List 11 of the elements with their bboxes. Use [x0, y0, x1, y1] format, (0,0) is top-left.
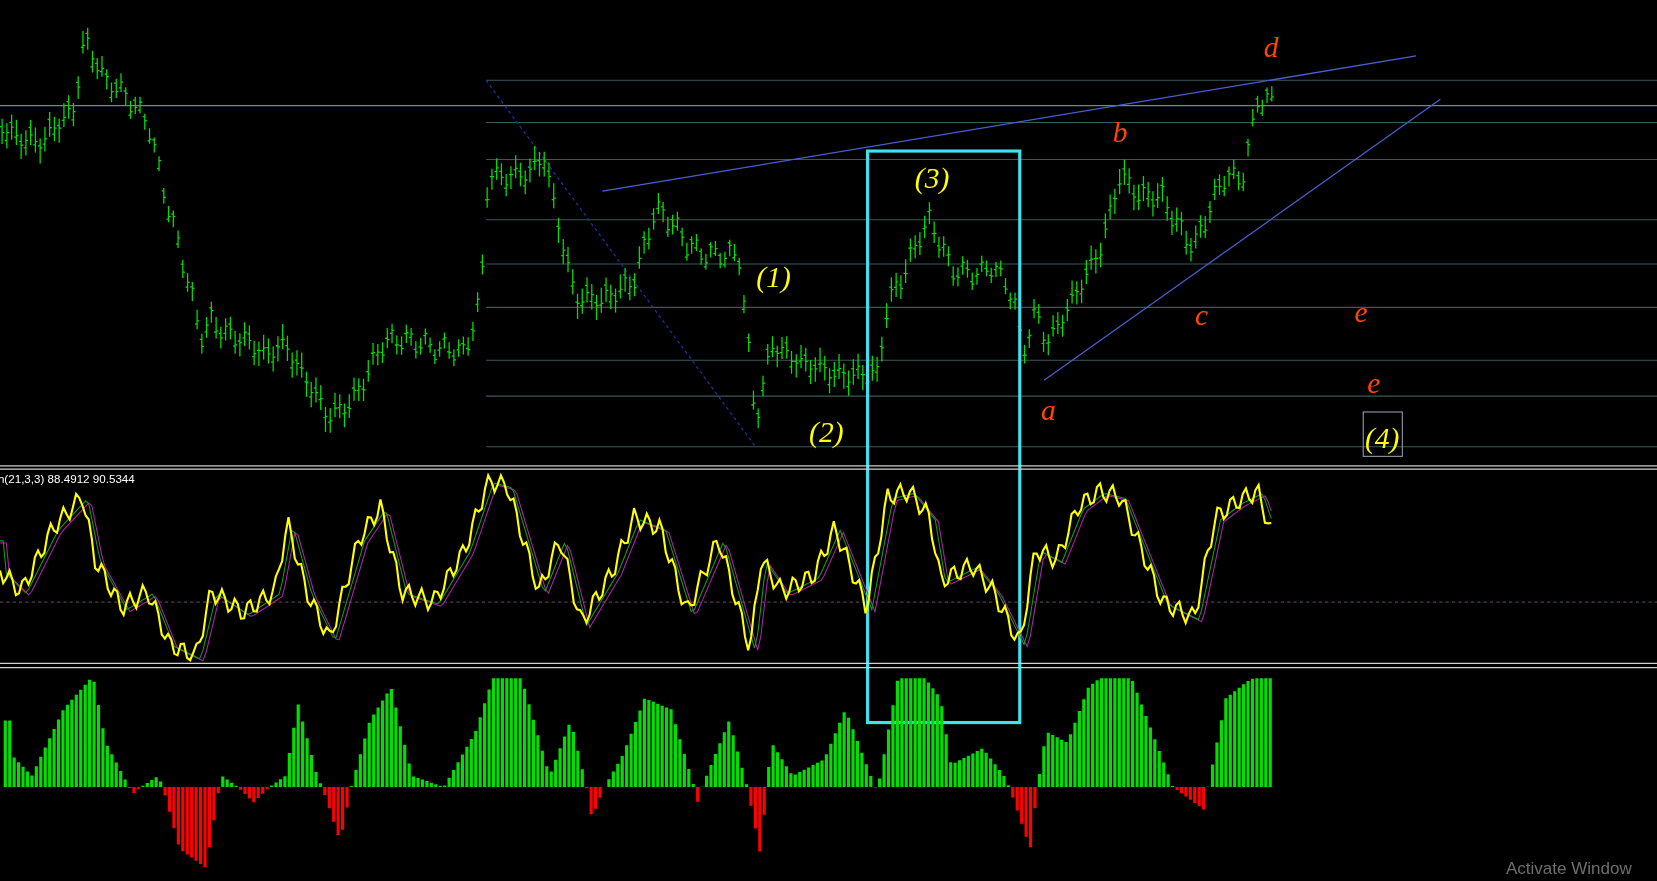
- wave-label: e: [1354, 296, 1368, 329]
- wave-label: (1): [756, 261, 791, 294]
- wave-label: (2): [809, 415, 844, 448]
- framed-wave-label: (4): [1362, 411, 1403, 457]
- wave-label: d: [1263, 31, 1279, 64]
- wave-label: c: [1194, 299, 1209, 332]
- wave-label: a: [1040, 394, 1056, 427]
- activation-notice: Activate Window: [1506, 860, 1632, 877]
- wave-label: (3): [914, 162, 950, 195]
- wave-label: e: [1367, 366, 1381, 399]
- wave-label: b: [1112, 115, 1128, 148]
